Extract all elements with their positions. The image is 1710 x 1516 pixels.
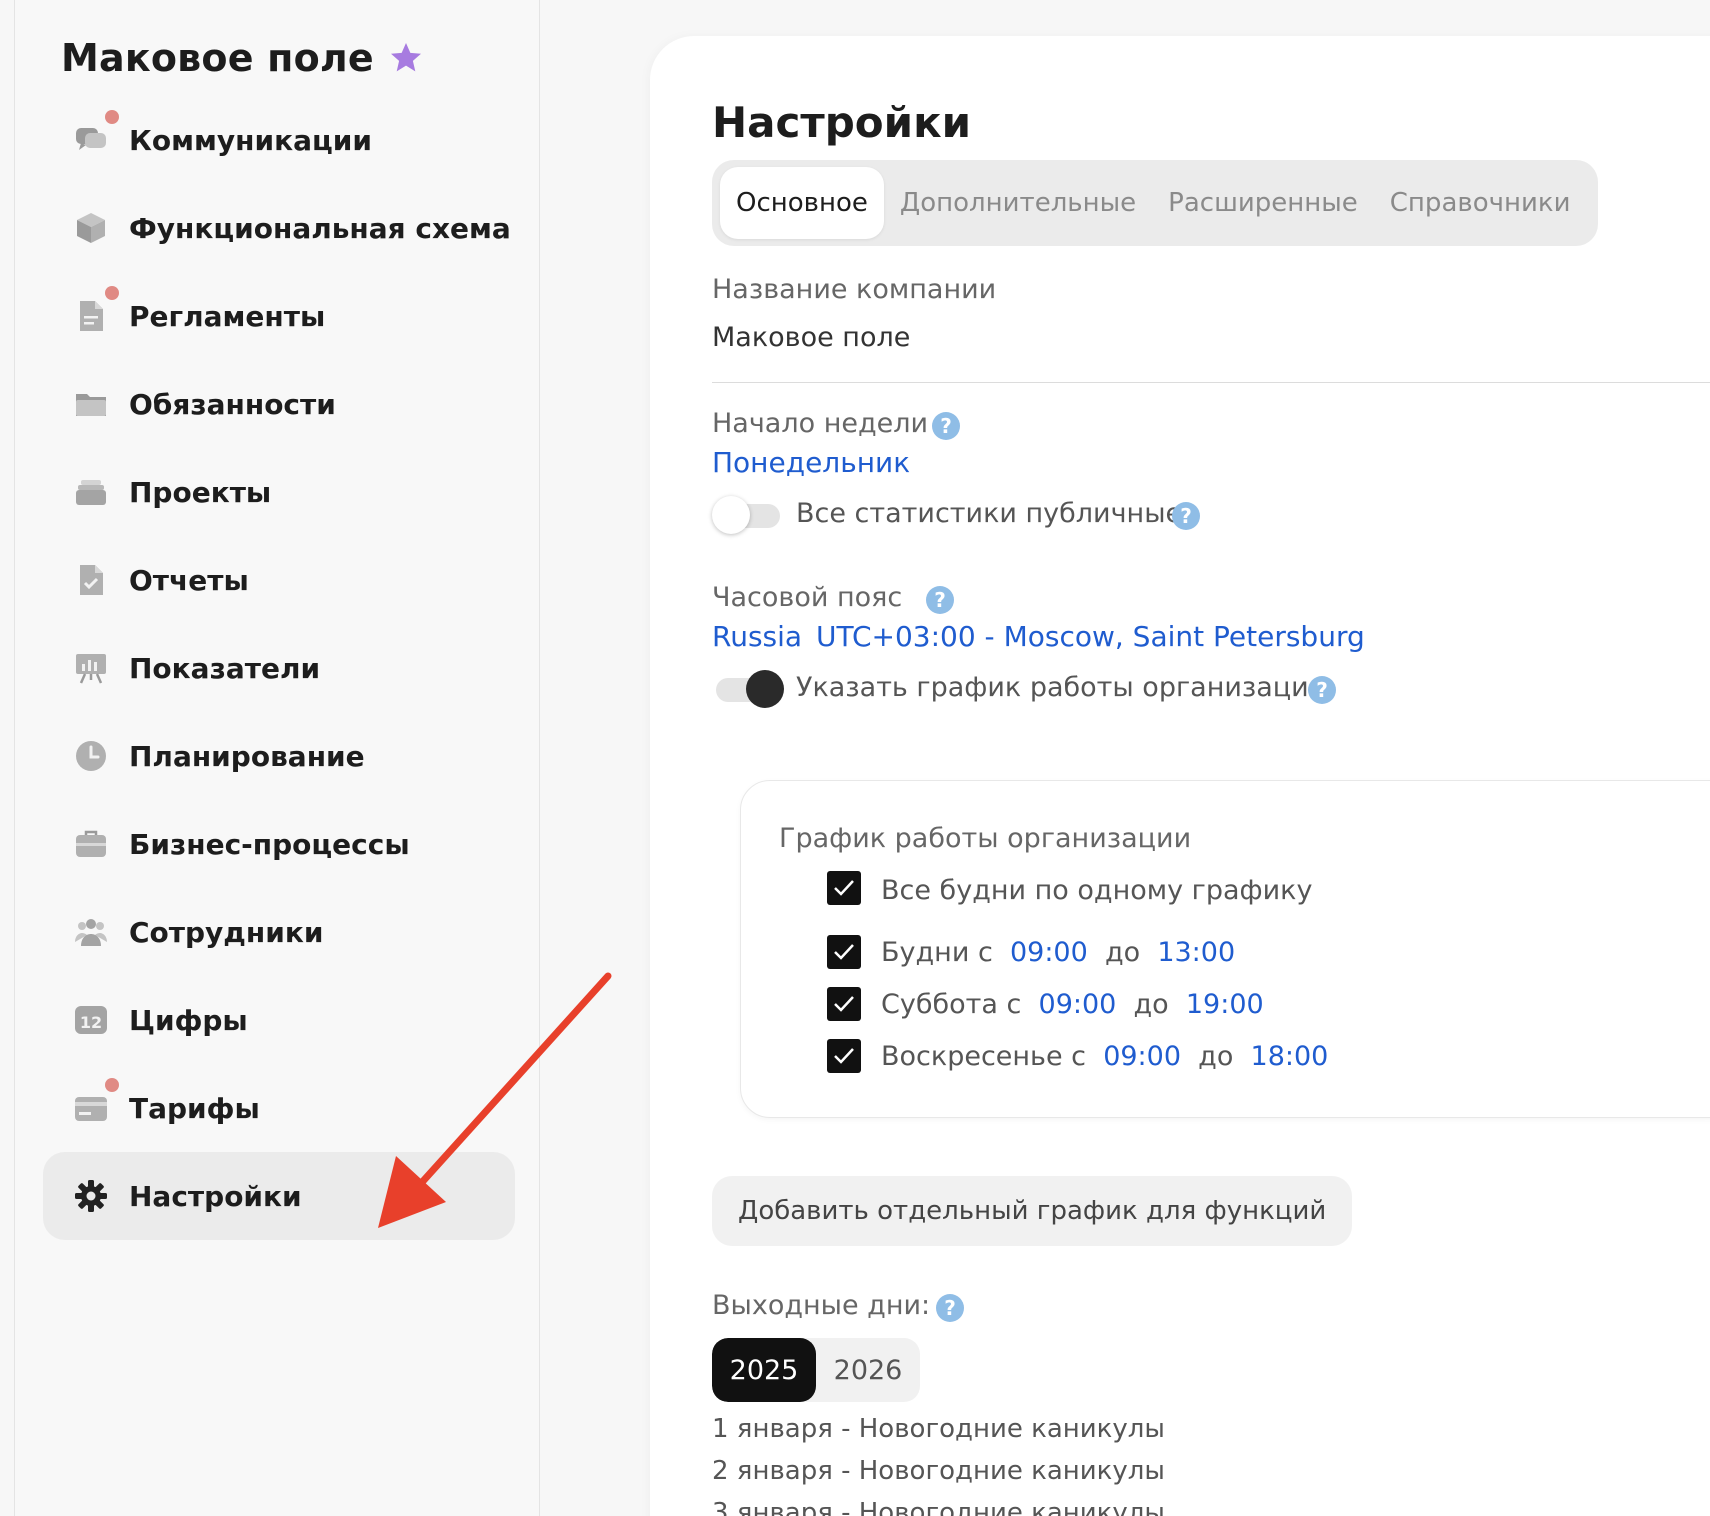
annotation-arrow [378,972,612,1228]
work-schedule-toggle[interactable] [712,670,784,708]
tab-extended[interactable]: Расширенные [1152,167,1374,239]
sidebar-item-reports[interactable]: Отчеты [43,536,515,624]
week-start-select[interactable]: Понедельник [712,446,910,479]
time-to-select[interactable]: 19:00 [1186,989,1264,1020]
work-schedule-label: Указать график работы организации [796,672,1327,703]
sidebar-item-planning[interactable]: Планирование [43,712,515,800]
year-2026-tab[interactable]: 2026 [816,1338,920,1402]
notification-dot [105,1078,119,1092]
sidebar-item-label: Сотрудники [129,915,324,949]
sidebar-item-label: Отчеты [129,563,249,597]
sidebar-item-label: Тарифы [129,1091,260,1125]
timezone-label: Часовой пояс [712,582,903,613]
sidebar-item-label: Настройки [129,1179,302,1213]
card-icon [75,1097,107,1121]
saturday-checkbox[interactable] [827,987,861,1021]
settings-panel: Настройки Основное Дополнительные Расшир… [650,36,1710,1516]
clock-icon [76,741,106,771]
timezone-country-select[interactable]: Russia [712,620,802,653]
schedule-card: График работы организации Все будни по о… [740,780,1710,1118]
sidebar-item-label: Проекты [129,475,272,509]
brand: Маковое поле [61,36,424,80]
week-start-label: Начало недели [712,408,929,439]
app-window: Маковое поле Коммуникации Функциональная… [0,0,1710,1516]
chat-bubbles-icon [76,128,106,150]
tab-basic[interactable]: Основное [720,167,884,239]
sidebar-item-projects[interactable]: Проекты [43,448,515,536]
help-icon[interactable]: ? [936,1294,964,1322]
document-icon [80,301,103,331]
help-icon[interactable]: ? [1308,676,1336,704]
row-prefix: Будни с [881,937,993,968]
sidebar-item-label: Цифры [129,1003,248,1037]
row-prefix: Воскресенье с [881,1041,1087,1072]
cube-icon [77,213,105,243]
people-icon [75,919,107,946]
time-from-select[interactable]: 09:00 [1010,937,1088,968]
gear-icon [75,1180,107,1212]
help-icon[interactable]: ? [926,586,954,614]
briefcase-icon [76,830,106,857]
public-stats-toggle[interactable] [712,496,784,534]
weekdays-row: Будни с 09:00 до 13:00 [881,937,1235,968]
holiday-item: 1 января - Новогодние каникулы [712,1414,1165,1444]
saturday-row: Суббота с 09:00 до 19:00 [881,989,1264,1020]
row-sep: до [1133,989,1169,1020]
sidebar-item-business-processes[interactable]: Бизнес-процессы [43,800,515,888]
sidebar-item-functional-scheme[interactable]: Функциональная схема [43,184,515,272]
brand-name: Маковое поле [61,36,374,80]
weekdays-checkbox[interactable] [827,935,861,969]
add-function-schedule-button[interactable]: Добавить отдельный график для функций [712,1176,1353,1246]
sidebar-item-label: Бизнес-процессы [129,827,410,861]
stack-icon [76,480,106,505]
tab-additional[interactable]: Дополнительные [884,167,1152,239]
star-icon[interactable] [388,40,424,76]
sidebar-item-label: Показатели [129,651,321,685]
divider [712,382,1710,383]
timezone-select[interactable]: UTC+03:00 - Moscow, Saint Petersburg [816,620,1365,653]
presentation-chart-icon [76,654,106,684]
sidebar-item-regulations[interactable]: Регламенты [43,272,515,360]
page-title: Настройки [712,98,972,147]
row-prefix: Суббота с [881,989,1022,1020]
sidebar-item-label: Регламенты [129,299,326,333]
row-sep: до [1198,1041,1234,1072]
notification-dot [105,110,119,124]
sidebar-item-label: Планирование [129,739,365,773]
time-from-select[interactable]: 09:00 [1039,989,1117,1020]
sidebar-item-label: Функциональная схема [129,211,511,245]
holiday-item: 2 января - Новогодние каникулы [712,1456,1165,1486]
number-12-icon: 12 [75,1006,107,1034]
year-2025-tab[interactable]: 2025 [712,1338,816,1402]
checked-document-icon [80,565,103,595]
public-stats-label: Все статистики публичные [796,498,1183,529]
sidebar-item-duties[interactable]: Обязанности [43,360,515,448]
holiday-item: 3 января - Новогодние каникулы [712,1498,1165,1516]
sidebar-item-label: Обязанности [129,387,336,421]
same-schedule-label: Все будни по одному графику [881,875,1313,906]
schedule-title: График работы организации [779,823,1192,854]
sidebar: Маковое поле Коммуникации Функциональная… [14,0,540,1516]
time-to-select[interactable]: 18:00 [1251,1041,1329,1072]
sunday-row: Воскресенье с 09:00 до 18:00 [881,1041,1328,1072]
company-name-field[interactable]: Маковое поле [712,322,910,353]
help-icon[interactable]: ? [932,412,960,440]
help-icon[interactable]: ? [1172,502,1200,530]
sidebar-item-indicators[interactable]: Показатели [43,624,515,712]
svg-text:12: 12 [80,1013,102,1032]
sidebar-item-label: Коммуникации [129,123,373,157]
notification-dot [105,286,119,300]
year-switch: 2025 2026 [712,1338,920,1402]
sidebar-item-communications[interactable]: Коммуникации [43,96,515,184]
holidays-label: Выходные дни: [712,1290,931,1321]
tab-directories[interactable]: Справочники [1374,167,1587,239]
same-schedule-checkbox[interactable] [827,871,861,905]
row-sep: до [1104,937,1141,968]
company-name-label: Название компании [712,274,997,305]
sunday-checkbox[interactable] [827,1039,861,1073]
tab-bar: Основное Дополнительные Расширенные Спра… [712,160,1598,246]
folder-icon [76,394,106,416]
time-to-select[interactable]: 13:00 [1157,937,1235,968]
time-from-select[interactable]: 09:00 [1103,1041,1181,1072]
